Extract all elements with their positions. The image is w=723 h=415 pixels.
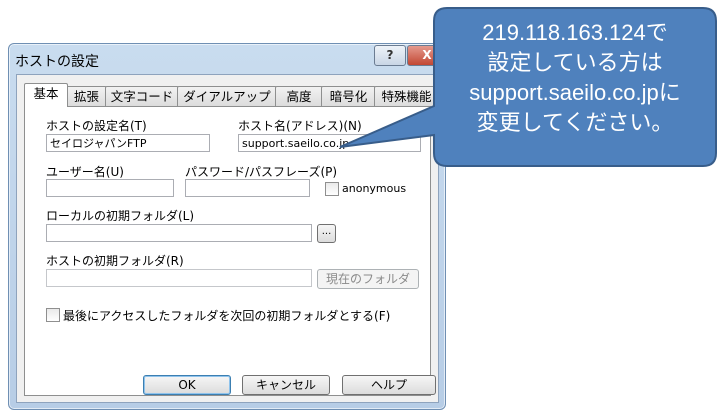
callout-line: 設定している方は — [487, 50, 663, 75]
callout-line: 変更してください。 — [476, 110, 674, 135]
callout-line: support.saeilo.co.jpに — [469, 80, 681, 105]
callout-message: 219.118.163.124で 設定している方は support.saeilo… — [437, 18, 713, 138]
callout-line: 219.118.163.124で — [482, 20, 668, 45]
tab-basic[interactable]: 基本 — [24, 83, 68, 107]
